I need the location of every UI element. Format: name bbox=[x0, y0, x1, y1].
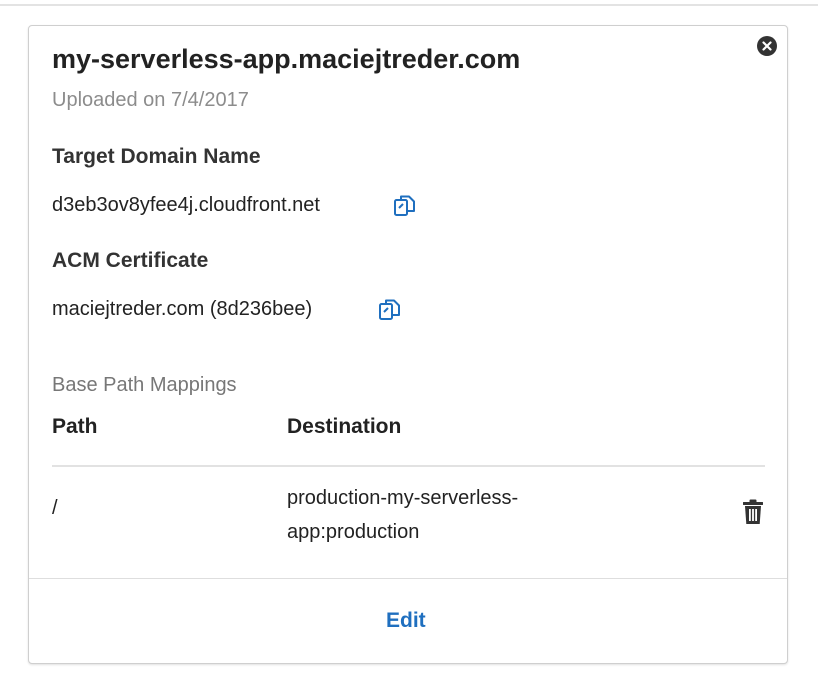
custom-domain-card bbox=[28, 25, 788, 664]
uploaded-date: Uploaded on 7/4/2017 bbox=[52, 89, 249, 111]
target-domain-value: d3eb3ov8yfee4j.cloudfront.net bbox=[52, 194, 320, 216]
mapping-destination-line-2: app:production bbox=[287, 521, 420, 543]
trash-icon[interactable] bbox=[741, 499, 765, 525]
copy-icon[interactable] bbox=[377, 297, 403, 323]
column-header-path: Path bbox=[52, 415, 98, 438]
edit-button[interactable]: Edit bbox=[386, 609, 426, 633]
base-path-mappings-heading: Base Path Mappings bbox=[52, 374, 237, 396]
domain-title: my-serverless-app.maciejtreder.com bbox=[52, 44, 521, 74]
close-button[interactable] bbox=[757, 36, 777, 56]
mapping-destination-line-1: production-my-serverless- bbox=[287, 487, 519, 509]
column-header-destination: Destination bbox=[287, 415, 402, 438]
top-divider bbox=[0, 4, 818, 6]
acm-certificate-label: ACM Certificate bbox=[52, 249, 209, 272]
mapping-destination: production-my-serverless- app:production bbox=[287, 481, 617, 549]
target-domain-label: Target Domain Name bbox=[52, 145, 261, 168]
footer-divider bbox=[29, 578, 787, 579]
acm-certificate-value: maciejtreder.com (8d236bee) bbox=[52, 298, 313, 320]
table-header-divider bbox=[52, 465, 765, 467]
mapping-path: / bbox=[52, 497, 58, 519]
copy-icon[interactable] bbox=[392, 193, 418, 219]
close-circle-icon bbox=[762, 41, 772, 51]
